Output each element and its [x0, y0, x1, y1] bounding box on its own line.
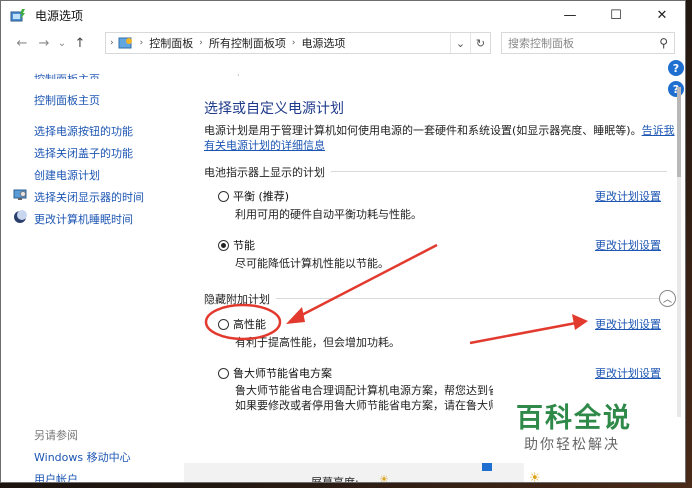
help-icon[interactable]: ?: [668, 60, 684, 76]
battery-group-title: 电池指示器上显示的计划: [204, 164, 331, 180]
moon-icon: [13, 210, 27, 224]
hidden-group-title: 隐藏附加计划: [204, 291, 276, 307]
sidebar-item-create-plan[interactable]: 创建电源计划: [34, 167, 100, 183]
brightness-high-icon: ☀: [529, 471, 541, 483]
sidebar-item-sleep-time[interactable]: 更改计算机睡眠时间: [34, 211, 133, 227]
plan-desc-power-saver: 尽可能降低计算机性能以节能。: [235, 257, 389, 270]
display-icon: [13, 188, 27, 202]
address-dropdown-button[interactable]: ⌄: [450, 33, 470, 53]
close-button[interactable]: ✕: [639, 1, 685, 29]
address-row: ← → ⌄ ↑ › › 控制面板 › 所有控制面板项 › 电源选项 ⌄ ↻ 搜索…: [1, 29, 685, 57]
change-plan-settings-ludashi[interactable]: 更改计划设置: [595, 365, 661, 381]
breadcrumb-power-options[interactable]: 电源选项: [301, 35, 345, 51]
intro-text: 电源计划是用于管理计算机如何使用电源的一套硬件和系统设置(如显示器亮度、睡眠等)…: [204, 124, 642, 137]
brightness-low-icon: ☀: [379, 473, 389, 483]
title-bar: 电源选项 — ☐ ✕: [1, 1, 685, 29]
chevron-right-icon: ›: [110, 38, 114, 48]
plan-radio-high-performance[interactable]: [218, 319, 229, 330]
breadcrumb-all-items[interactable]: 所有控制面板项: [209, 35, 286, 51]
window-title: 电源选项: [35, 8, 84, 23]
change-plan-settings-power-saver[interactable]: 更改计划设置: [595, 237, 661, 253]
change-plan-settings-balanced[interactable]: 更改计划设置: [595, 188, 661, 204]
help-icon[interactable]: ?: [668, 81, 684, 97]
search-placeholder: 搜索控制面板: [508, 37, 574, 50]
intro-paragraph: 电源计划是用于管理计算机如何使用电源的一套硬件和系统设置(如显示器亮度、睡眠等)…: [204, 123, 679, 153]
sidebar-item-user-accounts[interactable]: 用户帐户: [34, 471, 78, 482]
brightness-slider-thumb[interactable]: [482, 463, 492, 471]
page-title: 选择或自定义电源计划: [204, 101, 344, 117]
forward-button[interactable]: →: [33, 32, 55, 54]
plan-radio-ludashi[interactable]: [218, 368, 229, 379]
power-options-app-icon: [9, 6, 27, 24]
search-input[interactable]: 搜索控制面板 ⚲: [501, 32, 675, 54]
plan-desc-ludashi-line2: 如果要修改或者停用鲁大师节能省电方案，请在鲁大师: [235, 399, 493, 412]
plan-desc-ludashi-clip: 鲁大师节能省电合理调配计算机电源方案，帮您达到省电 如果要修改或者停用鲁大师节能…: [235, 383, 493, 415]
control-panel-icon: [118, 36, 134, 50]
address-bar[interactable]: › › 控制面板 › 所有控制面板项 › 电源选项 ⌄ ↻: [105, 32, 491, 54]
change-plan-settings-high-performance[interactable]: 更改计划设置: [595, 316, 661, 332]
sidebar-item-mobility-center[interactable]: Windows 移动中心: [34, 449, 131, 465]
plan-desc-high-performance: 有利于提高性能，但会增加功耗。: [235, 336, 400, 349]
plan-desc-ludashi: 鲁大师节能省电合理调配计算机电源方案，帮您达到省电: [235, 384, 493, 397]
chevron-right-icon: ›: [291, 38, 296, 48]
chevron-up-icon: ︿: [662, 295, 672, 305]
screen-brightness-label: 屏幕亮度:: [311, 476, 359, 483]
search-icon[interactable]: ⚲: [659, 36, 668, 50]
watermark-subtitle: 助你轻松解决: [524, 437, 620, 453]
sidebar-item-lid-close[interactable]: 选择关闭盖子的功能: [34, 145, 133, 161]
brand-watermark: 百科全说 助你轻松解决: [516, 396, 656, 456]
scrollbar-thumb[interactable]: [677, 87, 681, 177]
sidebar-item-home[interactable]: 控制面板主页: [34, 92, 100, 108]
see-also-heading: 另请参阅: [34, 429, 78, 442]
plan-radio-power-saver[interactable]: [218, 240, 229, 251]
window-controls: — ☐ ✕: [547, 1, 685, 29]
back-button[interactable]: ←: [11, 32, 33, 54]
chevron-right-icon: ›: [199, 38, 203, 48]
collapse-hidden-plans-button[interactable]: ︿: [659, 290, 676, 307]
plan-name-ludashi[interactable]: 鲁大师节能省电方案: [233, 365, 332, 381]
plan-name-balanced[interactable]: 平衡 (推荐): [233, 188, 289, 204]
plan-name-high-performance[interactable]: 高性能: [233, 316, 266, 332]
plan-desc-balanced: 利用可用的硬件自动平衡功耗与性能。: [235, 208, 422, 221]
maximize-button[interactable]: ☐: [593, 1, 639, 29]
plan-radio-balanced[interactable]: [218, 191, 229, 202]
recent-locations-button[interactable]: ⌄: [55, 32, 69, 54]
sidebar: 控制面板主页 控制面板主页 选择电源按钮的功能 选择关闭盖子的功能 创建电源计划…: [1, 57, 191, 482]
sidebar-item-display-off[interactable]: 选择关闭显示器的时间: [34, 189, 144, 205]
breadcrumb-control-panel[interactable]: 控制面板: [149, 35, 193, 51]
watermark-title: 百科全说: [516, 403, 632, 434]
up-button[interactable]: ↑: [69, 32, 91, 54]
sidebar-item-home-partial[interactable]: 控制面板主页: [34, 71, 100, 79]
sidebar-item-power-button[interactable]: 选择电源按钮的功能: [34, 123, 133, 139]
plan-name-power-saver[interactable]: 节能: [233, 237, 255, 253]
refresh-button[interactable]: ↻: [470, 33, 490, 53]
minimize-button[interactable]: —: [547, 1, 593, 29]
chevron-right-icon: ›: [139, 38, 144, 48]
